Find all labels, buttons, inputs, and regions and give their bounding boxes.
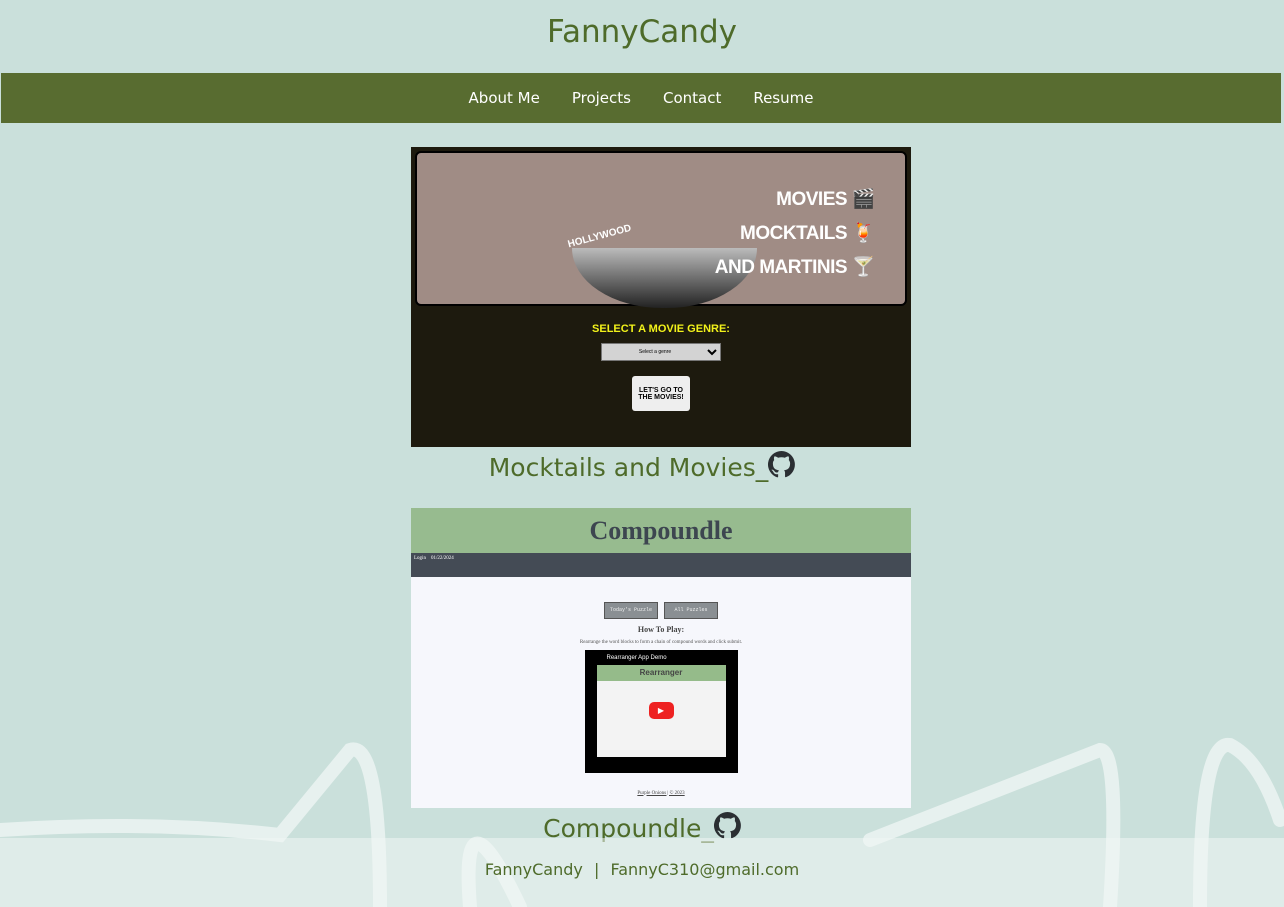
how-to-play-text: Rearrange the word blocks to form a chai… [579,639,743,645]
genre-label: SELECT A MOVIE GENRE: [592,323,730,335]
todays-puzzle-button: Today's Puzzle [604,601,658,619]
compoundle-footer: Purple Onions | © 2023 [637,790,685,796]
compoundle-header: Compoundle [411,508,911,553]
genre-select: Select a genre [601,343,721,361]
mocktails-screenshot[interactable]: HOLLYWOOD MOVIES 🎬 MOCKTAILS 🍹 AND MARTI… [411,147,911,447]
play-icon: ▶ [648,701,674,719]
main-nav: About Me Projects Contact Resume [1,73,1281,123]
nav-about-me[interactable]: About Me [469,89,540,107]
site-title: FannyCandy [547,14,737,50]
github-icon[interactable] [768,451,796,478]
compoundle-screenshot[interactable]: Compoundle Login 01/22/2024 Today's Puzz… [411,508,911,808]
project-caption: Mocktails and Movies_ [0,451,1284,482]
banner-words: MOVIES 🎬 MOCKTAILS 🍹 AND MARTINIS 🍸 [714,189,876,278]
nav-resume[interactable]: Resume [753,89,813,107]
footer-name: FannyCandy [484,860,583,879]
nav-projects[interactable]: Projects [572,89,631,107]
hollywood-sign: HOLLYWOOD [566,222,633,251]
project-title[interactable]: Mocktails and Movies_ [489,453,769,482]
site-footer: FannyCandy | FannyC310@gmail.com [0,838,1284,907]
all-puzzles-button: All Puzzles [664,601,718,619]
video-embed: Rearranger App Demo Rearranger ▶ [584,649,738,773]
hero-banner: HOLLYWOOD MOVIES 🎬 MOCKTAILS 🍹 AND MARTI… [415,151,907,308]
how-to-play-heading: How To Play: [637,624,685,634]
go-button: LET'S GO TO THE MOVIES! [632,376,690,411]
nav-contact[interactable]: Contact [663,89,721,107]
footer-email[interactable]: FannyC310@gmail.com [610,860,799,879]
compoundle-bar: Login 01/22/2024 [411,553,911,577]
github-icon[interactable] [713,812,741,839]
